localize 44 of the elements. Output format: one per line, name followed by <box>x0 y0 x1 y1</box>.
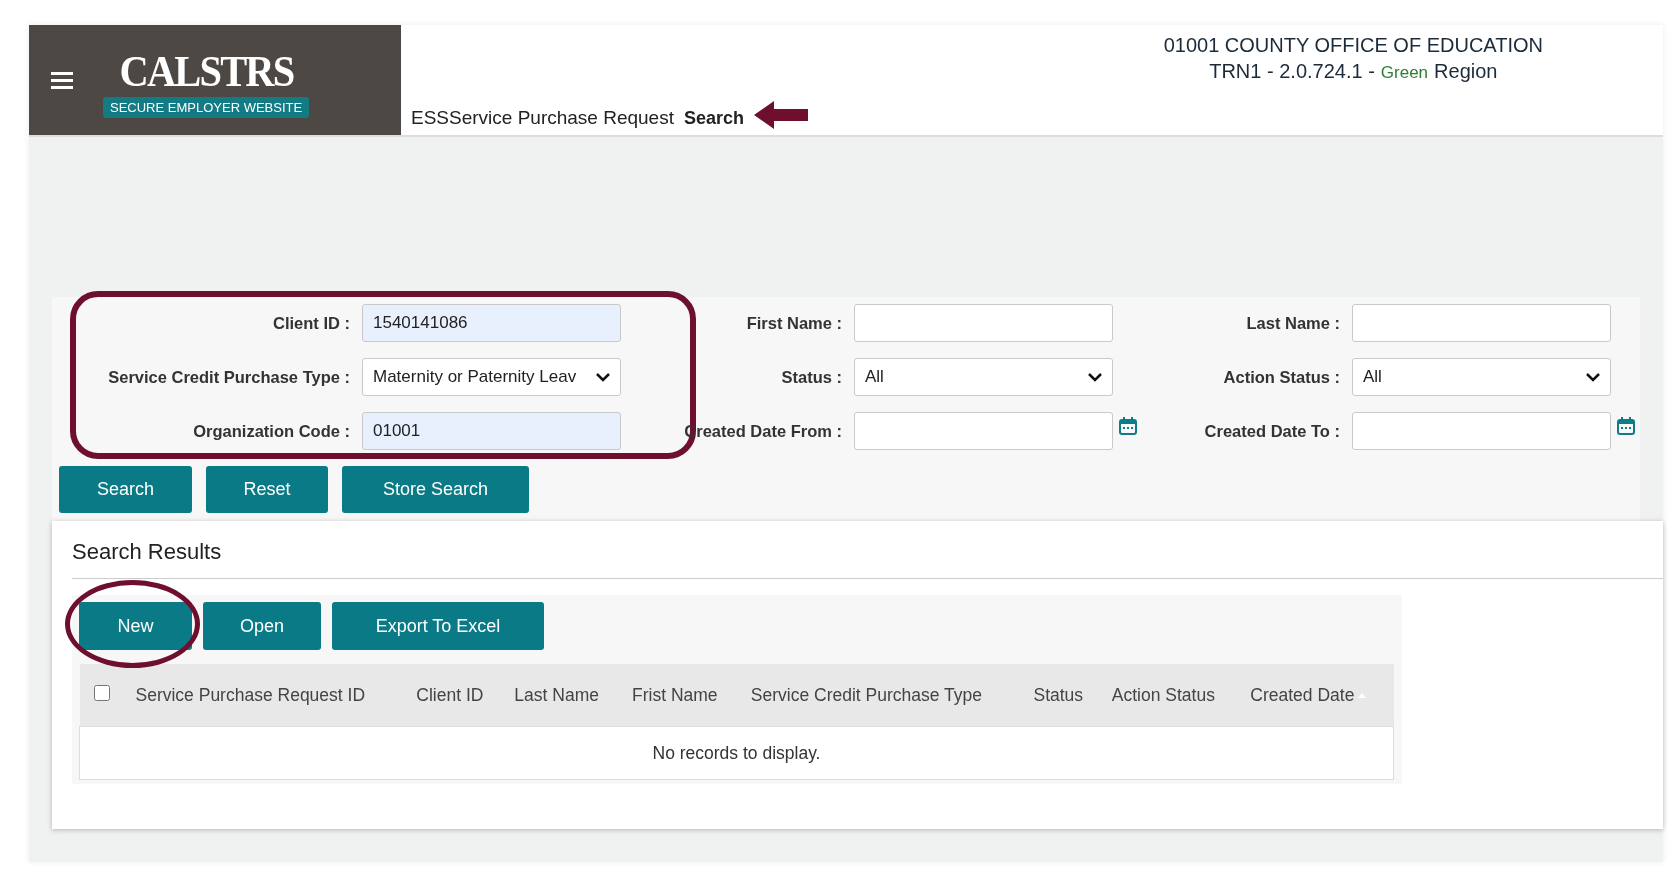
input-field[interactable] <box>1352 304 1611 342</box>
field-label: Last Name : <box>1245 313 1340 333</box>
reset-button[interactable]: Reset <box>206 466 328 513</box>
page-title: ESSService Purchase Request <box>411 107 674 129</box>
input-field[interactable] <box>854 412 1113 450</box>
field-label: Client ID : <box>272 313 350 333</box>
empty-message: No records to display. <box>79 726 1394 780</box>
dropdown[interactable]: Maternity or Paternity Leav <box>362 358 621 396</box>
dropdown[interactable]: All <box>854 358 1113 396</box>
field-label: Service Credit Purchase Type : <box>107 367 350 387</box>
environment-version: TRN1 - 2.0.724.1 - <box>1209 59 1375 84</box>
page-subtitle: Search <box>683 108 744 129</box>
input-field[interactable]: 1540141086 <box>362 304 621 342</box>
input-field[interactable] <box>854 304 1113 342</box>
calendar-icon[interactable] <box>1119 417 1137 435</box>
dropdown[interactable]: All <box>1352 358 1611 396</box>
field-label: Status : <box>780 367 842 387</box>
input-field[interactable] <box>1352 412 1611 450</box>
dropdown-value: Maternity or Paternity Leav <box>373 367 577 387</box>
field-label: Organization Code : <box>192 421 350 441</box>
field-label: Action Status : <box>1222 367 1340 387</box>
menu-button[interactable] <box>51 70 73 90</box>
chevron-down-icon <box>596 372 610 382</box>
menu-icon <box>51 70 73 90</box>
select-all-checkbox[interactable] <box>93 684 110 701</box>
chevron-down-icon <box>1088 372 1102 382</box>
new-button[interactable]: New <box>79 602 192 650</box>
open-button[interactable]: Open <box>203 602 321 650</box>
field-label: First Name : <box>745 313 842 333</box>
region-label: Region <box>1434 59 1498 84</box>
field-label: Created Date To : <box>1203 421 1340 441</box>
export-button[interactable]: Export To Excel <box>332 602 544 650</box>
input-field[interactable]: 01001 <box>362 412 621 450</box>
calendar-icon[interactable] <box>1617 417 1635 435</box>
dropdown-value: All <box>865 367 884 387</box>
section-title: Search Results <box>72 539 222 565</box>
logo-title: CALSTRS <box>119 48 293 95</box>
region-name: Green <box>1380 62 1429 84</box>
logo-subtitle: SECURE EMPLOYER WEBSITE <box>103 96 310 118</box>
organization-name: 01001 COUNTY OFFICE OF EDUCATION <box>1163 33 1543 58</box>
dropdown-value: All <box>1363 367 1382 387</box>
store-search-button[interactable]: Store Search <box>342 466 529 513</box>
chevron-down-icon <box>1586 372 1600 382</box>
search-button[interactable]: Search <box>59 466 192 513</box>
